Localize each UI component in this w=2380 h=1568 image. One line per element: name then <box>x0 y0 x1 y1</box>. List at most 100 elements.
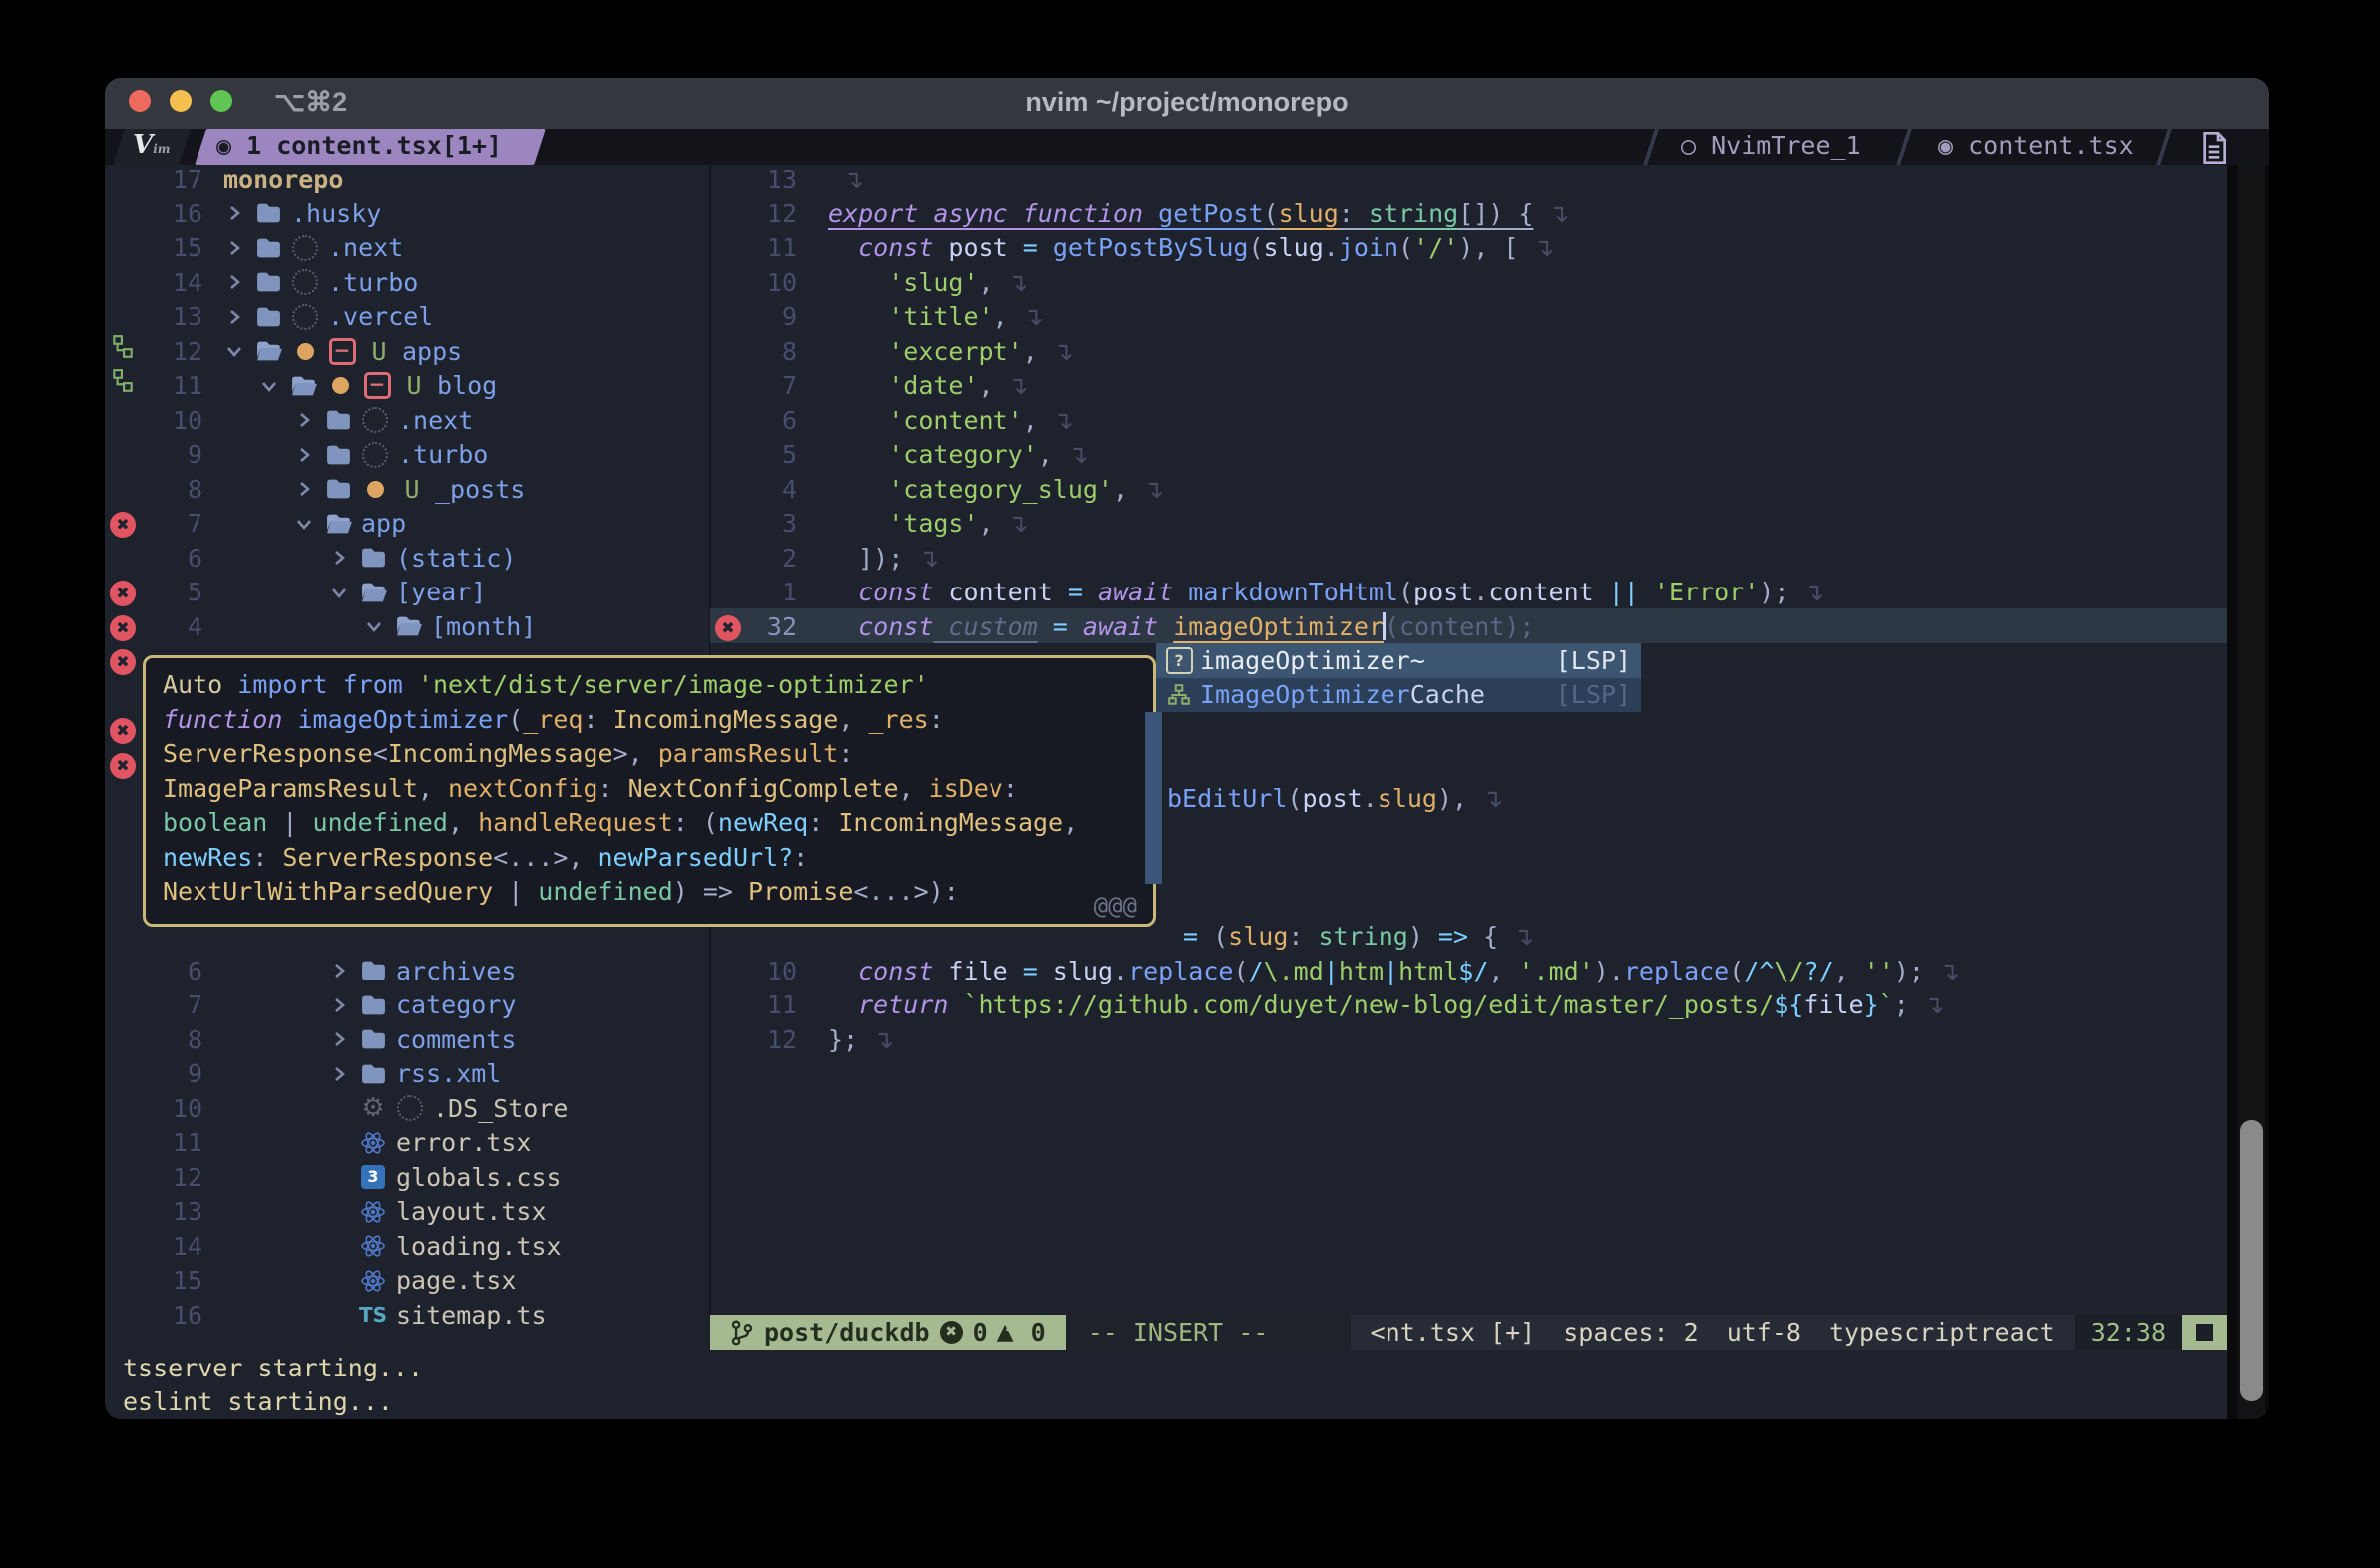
tree-row[interactable]: 7category <box>105 987 709 1022</box>
tree-row[interactable]: ✖7app <box>105 506 709 541</box>
chevron-right-icon <box>328 1064 350 1084</box>
tree-item-monorepo[interactable]: monorepo <box>223 162 343 196</box>
tree-row[interactable]: 8comments <box>105 1022 709 1057</box>
tree-row[interactable]: 6archives <box>105 954 709 988</box>
tree-row[interactable]: ✖4[month] <box>105 609 709 644</box>
folder-icon <box>254 270 282 294</box>
react-icon <box>359 1199 387 1225</box>
tree-item--year-[interactable]: [year] <box>328 575 486 609</box>
folder-icon <box>359 959 387 982</box>
document-icon[interactable] <box>2199 132 2239 164</box>
error-sign-icon: ✖ <box>107 712 139 747</box>
tree-item-archives[interactable]: archives <box>328 954 516 988</box>
tree-item-apps[interactable]: −Uapps <box>223 334 462 369</box>
react-icon <box>359 1233 387 1259</box>
window-titlebar[interactable]: ⌥⌘2 nvim ~/project/monorepo <box>105 78 2269 129</box>
tab-content-tsx[interactable]: ◉ 1 content.tsx[1+] <box>216 131 502 160</box>
git-branch-name: post/duckdb <box>764 1315 930 1350</box>
tree-row[interactable]: 8U_posts <box>105 472 709 507</box>
diagnostics-error-icon: ✖ <box>940 1321 963 1344</box>
tree-item--month-[interactable]: [month] <box>363 609 536 644</box>
doc-float-line: newRes: ServerResponse<...>, newParsedUr… <box>163 841 808 876</box>
completion-label: Cache <box>1410 680 1485 709</box>
tree-row[interactable]: 15.next <box>105 230 709 265</box>
dot-icon <box>361 481 389 498</box>
statusline-cursor-position: 32:38 <box>2075 1315 2182 1350</box>
tree-row[interactable]: 9rss.xml <box>105 1056 709 1091</box>
tab-nvimtree[interactable]: ○ NvimTree_1 <box>1681 131 1861 160</box>
tree-row[interactable]: 17monorepo <box>105 162 709 196</box>
vim-logo-icon: Vim <box>133 130 170 160</box>
dot-icon <box>291 343 319 360</box>
tree-item-sitemap-ts[interactable]: TSsitemap.ts <box>328 1298 547 1333</box>
code-line-text: ]); ↴ <box>828 541 939 576</box>
desktop: ⌥⌘2 nvim ~/project/monorepo Vim ◉ 1 cont… <box>0 0 2380 1568</box>
code-line-number: 13 <box>739 162 797 196</box>
scrollbar-track[interactable] <box>2238 165 2265 1419</box>
tree-item-label: .turbo <box>398 437 488 472</box>
tree-item-label: [year] <box>396 575 486 609</box>
tree-row[interactable]: 12−Uapps <box>105 334 709 369</box>
scrollbar-thumb[interactable] <box>2240 1120 2263 1401</box>
tree-row[interactable]: 16TSsitemap.ts <box>105 1298 709 1333</box>
tree-item-label: .vercel <box>328 299 433 334</box>
terminal-window: ⌥⌘2 nvim ~/project/monorepo Vim ◉ 1 cont… <box>105 78 2269 1419</box>
tree-row[interactable]: 11error.tsx <box>105 1125 709 1160</box>
tree-line-number: 14 <box>135 265 202 300</box>
tree-item--turbo[interactable]: .turbo <box>223 265 418 300</box>
statusline-filetype: typescriptreact <box>1829 1315 2055 1350</box>
tree-item--static-[interactable]: (static) <box>328 541 516 576</box>
tree-item-layout-tsx[interactable]: layout.tsx <box>328 1194 547 1229</box>
tree-row[interactable]: 11−Ublog <box>105 368 709 403</box>
tree-item--vercel[interactable]: .vercel <box>223 299 433 334</box>
tree-item--husky[interactable]: .husky <box>223 196 381 231</box>
lsp-documentation-float: @@@ Auto import from 'next/dist/server/i… <box>143 655 1156 927</box>
tree-item--next[interactable]: .next <box>223 230 403 265</box>
tree-item--next[interactable]: .next <box>293 403 473 438</box>
tree-line-number: 12 <box>135 1160 202 1195</box>
tree-row[interactable]: 14loading.tsx <box>105 1229 709 1264</box>
tree-item-category[interactable]: category <box>328 987 516 1022</box>
dotted-icon <box>291 304 319 330</box>
tree-row[interactable]: 15page.tsx <box>105 1263 709 1298</box>
tree-item-label: globals.css <box>396 1160 562 1195</box>
tree-item-error-tsx[interactable]: error.tsx <box>328 1125 531 1160</box>
tree-item-globals-css[interactable]: 3globals.css <box>328 1160 562 1195</box>
tree-line-number: 6 <box>135 541 202 576</box>
tree-row[interactable]: 12 3globals.css <box>105 1160 709 1195</box>
tab-content-file[interactable]: ◉ content.tsx <box>1938 131 2134 160</box>
tree-row[interactable]: 16.husky <box>105 196 709 231</box>
completion-item[interactable]: ?imageOptimizer~[LSP] <box>1156 643 1641 678</box>
statusline-info-segment: <nt.tsx [+] spaces: 2 utf-8 typescriptre… <box>1351 1315 2075 1350</box>
code-line-text: ↴ <box>828 162 864 196</box>
tree-item-comments[interactable]: comments <box>328 1022 516 1057</box>
tree-row[interactable]: 10.next <box>105 403 709 438</box>
code-line-number: 9 <box>739 299 797 334</box>
tree-row[interactable]: 13layout.tsx <box>105 1194 709 1229</box>
chevron-right-icon <box>328 548 350 568</box>
tree-row[interactable]: 13.vercel <box>105 299 709 334</box>
code-line-number: 11 <box>739 230 797 265</box>
tree-item-label: .DS_Store <box>433 1091 568 1126</box>
completion-item[interactable]: ImageOptimizerCache[LSP] <box>1156 678 1641 713</box>
tree-row[interactable]: 6 (static) <box>105 541 709 576</box>
tree-row[interactable]: 10⚙.DS_Store <box>105 1091 709 1126</box>
tree-item-page-tsx[interactable]: page.tsx <box>328 1263 516 1298</box>
tree-item--turbo[interactable]: .turbo <box>293 437 488 472</box>
completion-scrollbar[interactable] <box>1145 712 1162 884</box>
tree-item--ds-store[interactable]: ⚙.DS_Store <box>328 1091 568 1126</box>
tree-row[interactable]: 9.turbo <box>105 437 709 472</box>
tree-row[interactable]: ✖5[year] <box>105 575 709 609</box>
tree-item-label: (static) <box>396 541 516 576</box>
dotted-icon <box>291 235 319 261</box>
folder-icon <box>324 477 352 501</box>
statusline-encoding: utf-8 <box>1727 1315 1801 1350</box>
tree-item-blog[interactable]: −Ublog <box>258 368 497 403</box>
U-icon: U <box>398 472 426 507</box>
tree-item-app[interactable]: app <box>293 506 406 541</box>
tree-item-rss-xml[interactable]: rss.xml <box>328 1056 501 1091</box>
tree-row[interactable]: 14 .turbo <box>105 265 709 300</box>
tree-item--posts[interactable]: U_posts <box>293 472 525 507</box>
git-branch-icon <box>730 1320 754 1346</box>
tree-item-loading-tsx[interactable]: loading.tsx <box>328 1229 562 1264</box>
